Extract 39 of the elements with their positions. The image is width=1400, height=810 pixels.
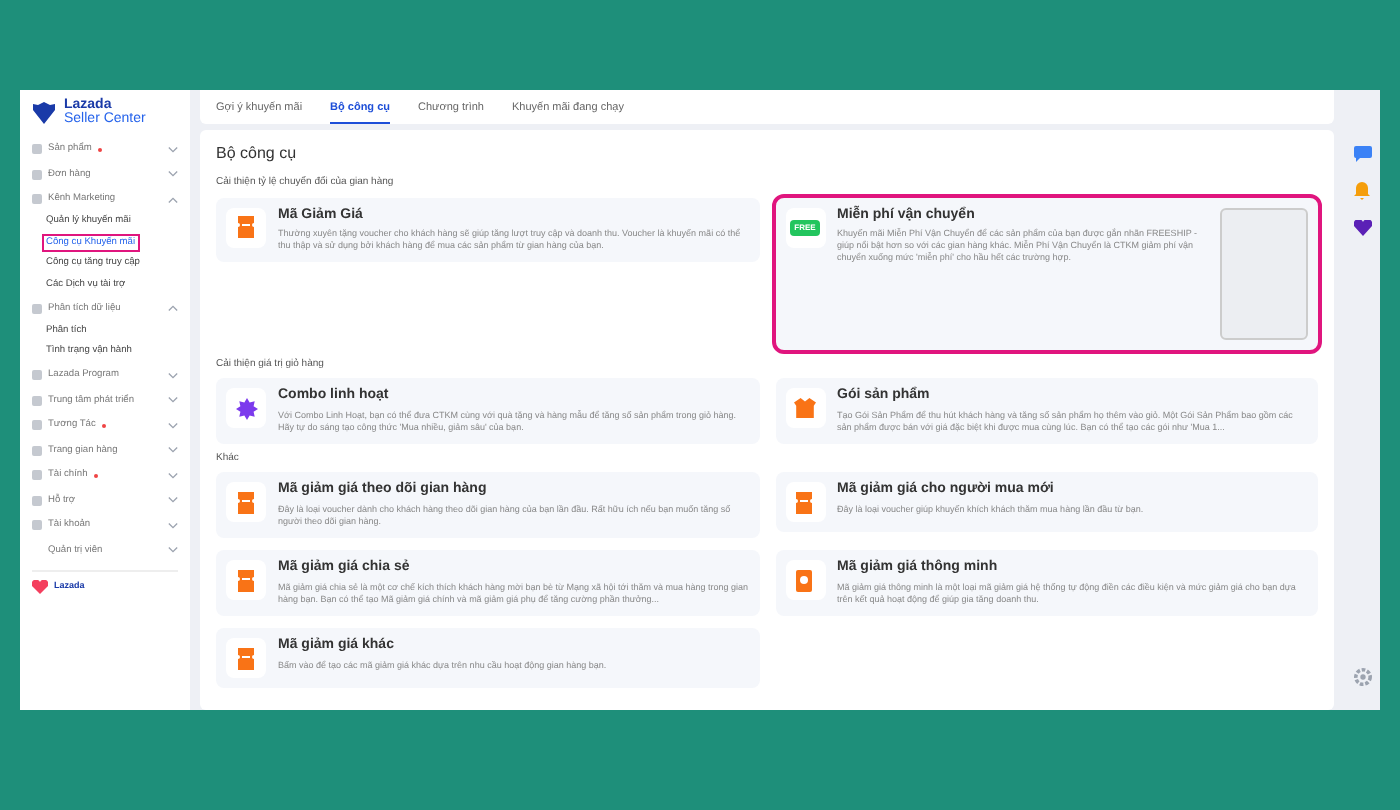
- menu-icon: [32, 470, 42, 481]
- chevron-up-icon: [168, 304, 178, 313]
- chevron-down-icon: [168, 471, 178, 480]
- menu-icon: [32, 194, 42, 205]
- menu-icon: [32, 144, 42, 155]
- heart-logo-icon: [32, 580, 48, 594]
- voucher-icon: [237, 569, 255, 592]
- menu-icon: [32, 169, 42, 180]
- chevron-down-icon: [168, 170, 178, 179]
- tool-card[interactable]: [775, 197, 1318, 349]
- tool-card[interactable]: [216, 550, 759, 617]
- chevron-up-icon: [168, 195, 178, 204]
- tool-card[interactable]: [775, 378, 1318, 444]
- voucher-icon: [237, 491, 255, 514]
- bell-icon[interactable]: [1354, 182, 1370, 200]
- star-badge-icon: [235, 397, 257, 419]
- settings-icon[interactable]: [1353, 668, 1371, 686]
- chevron-down-icon: [168, 396, 178, 405]
- chevron-down-icon: [168, 546, 178, 555]
- voucher-icon: [237, 216, 255, 238]
- chevron-down-icon: [168, 421, 178, 430]
- menu-icon: [32, 370, 42, 381]
- panel-title: Bộ công cụ: [216, 142, 299, 166]
- ticket-icon: [796, 569, 814, 592]
- voucher-icon: [237, 647, 255, 670]
- chevron-down-icon: [168, 446, 178, 455]
- menu-icon: [32, 420, 42, 431]
- menu-icon: [32, 395, 42, 406]
- menu-icon: [32, 495, 42, 506]
- menu-icon: [32, 445, 42, 456]
- chevron-down-icon: [168, 371, 178, 380]
- voucher-icon: [796, 491, 814, 514]
- menu-icon: [32, 520, 42, 531]
- chat-icon[interactable]: [1353, 146, 1371, 162]
- chevron-down-icon: [168, 521, 178, 530]
- chevron-down-icon: [168, 496, 178, 505]
- heart-icon[interactable]: [1353, 220, 1371, 236]
- chevron-down-icon: [168, 145, 178, 154]
- menu-icon: [32, 303, 42, 314]
